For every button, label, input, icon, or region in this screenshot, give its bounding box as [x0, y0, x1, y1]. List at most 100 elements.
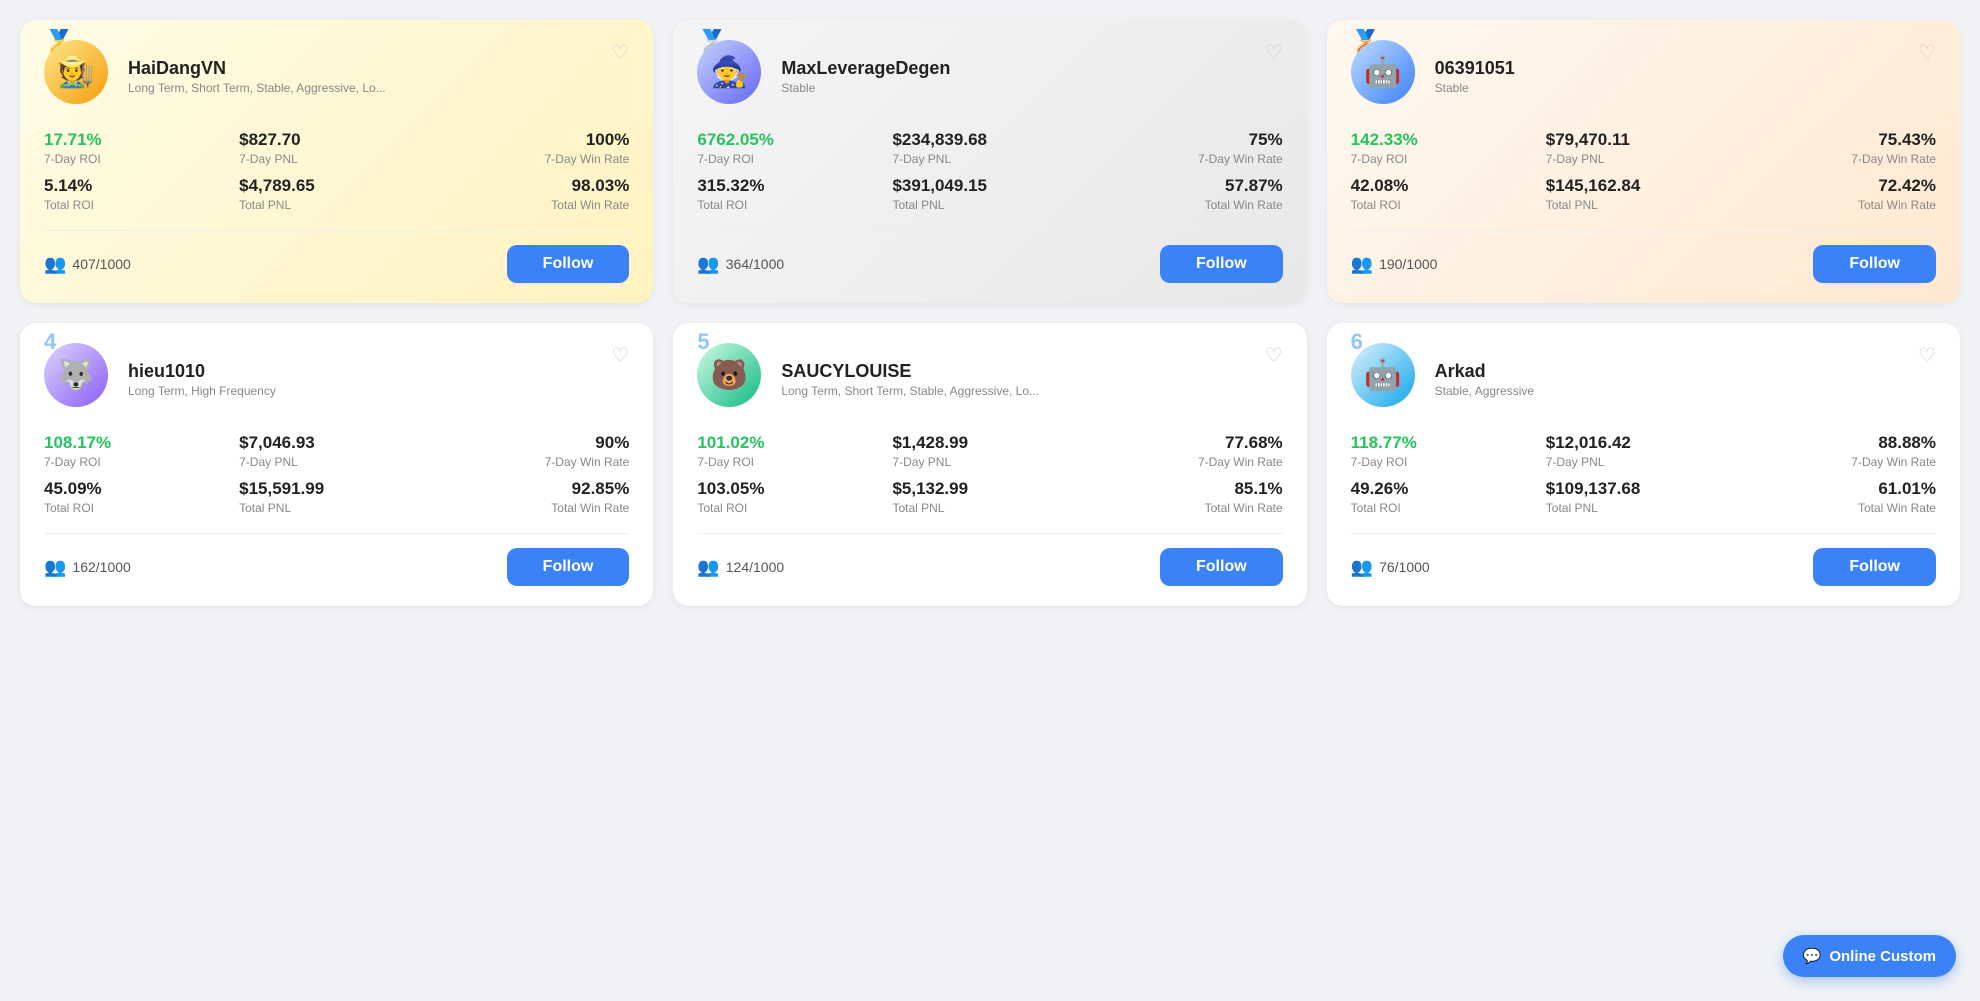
- trader-info-3: 06391051 Stable: [1435, 58, 1936, 95]
- roi-total-value-2: 315.32%: [697, 176, 892, 196]
- roi7d-value-5: 101.02%: [697, 433, 892, 453]
- avatar-2: 🧙: [697, 40, 761, 104]
- follow-button-4[interactable]: Follow: [507, 548, 630, 586]
- roi-total-value-4: 45.09%: [44, 479, 239, 499]
- favorite-button-5[interactable]: ♡: [1265, 343, 1283, 368]
- pnl-total-label-1: Total PNL: [239, 198, 434, 212]
- wr7d-label-1: 7-Day Win Rate: [434, 152, 629, 166]
- follow-button-6[interactable]: Follow: [1813, 548, 1936, 586]
- followers-count-3: 190/1000: [1379, 256, 1437, 272]
- pnl-total-stat-3: $145,162.84 Total PNL: [1546, 176, 1741, 212]
- roi7d-stat-4: 108.17% 7-Day ROI: [44, 433, 239, 469]
- roi-total-stat-4: 45.09% Total ROI: [44, 479, 239, 515]
- wr7d-value-3: 75.43%: [1741, 130, 1936, 150]
- follow-button-3[interactable]: Follow: [1813, 245, 1936, 283]
- wr-total-label-6: Total Win Rate: [1741, 501, 1936, 515]
- followers-count-5: 124/1000: [726, 559, 784, 575]
- favorite-button-4[interactable]: ♡: [611, 343, 629, 368]
- pnl-total-label-3: Total PNL: [1546, 198, 1741, 212]
- followers-1: 👥 407/1000: [44, 254, 131, 275]
- roi-total-stat-1: 5.14% Total ROI: [44, 176, 239, 212]
- trader-card-5: 5 🐻 SAUCYLOUISE Long Term, Short Term, S…: [673, 323, 1306, 606]
- trader-tags-6: Stable, Aggressive: [1435, 384, 1695, 398]
- wr7d-stat-6: 88.88% 7-Day Win Rate: [1741, 433, 1936, 469]
- wr-total-value-4: 92.85%: [434, 479, 629, 499]
- online-custom-button[interactable]: 💬 Online Custom: [1783, 935, 1956, 977]
- roi7d-stat-2: 6762.05% 7-Day ROI: [697, 130, 892, 166]
- followers-icon-3: 👥: [1351, 254, 1373, 275]
- roi7d-label-3: 7-Day ROI: [1351, 152, 1546, 166]
- traders-grid: 🥇 🧑‍🌾 HaiDangVN Long Term, Short Term, S…: [20, 20, 1960, 606]
- rank-badge-wrap-1: 🥇 🧑‍🌾: [44, 40, 116, 112]
- roi7d-stat-3: 142.33% 7-Day ROI: [1351, 130, 1546, 166]
- pnl-total-label-2: Total PNL: [892, 198, 1087, 212]
- divider-6: [1351, 533, 1936, 534]
- trader-name-5: SAUCYLOUISE: [781, 361, 1282, 382]
- pnl7d-stat-3: $79,470.11 7-Day PNL: [1546, 130, 1741, 166]
- wr-total-value-6: 61.01%: [1741, 479, 1936, 499]
- wr-total-value-5: 85.1%: [1088, 479, 1283, 499]
- rank-badge-wrap-5: 5 🐻: [697, 343, 769, 415]
- favorite-button-6[interactable]: ♡: [1918, 343, 1936, 368]
- pnl-total-label-6: Total PNL: [1546, 501, 1741, 515]
- stats-top-6: 118.77% 7-Day ROI $12,016.42 7-Day PNL 8…: [1351, 433, 1936, 515]
- wr-total-stat-1: 98.03% Total Win Rate: [434, 176, 629, 212]
- pnl7d-label-2: 7-Day PNL: [892, 152, 1087, 166]
- wr-total-stat-3: 72.42% Total Win Rate: [1741, 176, 1936, 212]
- roi7d-value-6: 118.77%: [1351, 433, 1546, 453]
- roi7d-stat-5: 101.02% 7-Day ROI: [697, 433, 892, 469]
- favorite-button-2[interactable]: ♡: [1265, 40, 1283, 65]
- followers-3: 👥 190/1000: [1351, 254, 1438, 275]
- roi7d-label-5: 7-Day ROI: [697, 455, 892, 469]
- card-footer-5: 👥 124/1000 Follow: [697, 548, 1282, 586]
- wr-total-stat-4: 92.85% Total Win Rate: [434, 479, 629, 515]
- favorite-button-1[interactable]: ♡: [611, 40, 629, 65]
- pnl-total-stat-4: $15,591.99 Total PNL: [239, 479, 434, 515]
- roi-total-label-5: Total ROI: [697, 501, 892, 515]
- followers-icon-5: 👥: [697, 557, 719, 578]
- wr7d-stat-2: 75% 7-Day Win Rate: [1088, 130, 1283, 166]
- trader-card-4: 4 🐺 hieu1010 Long Term, High Frequency ♡…: [20, 323, 653, 606]
- pnl7d-label-3: 7-Day PNL: [1546, 152, 1741, 166]
- pnl7d-label-5: 7-Day PNL: [892, 455, 1087, 469]
- roi-total-value-1: 5.14%: [44, 176, 239, 196]
- wr-total-label-5: Total Win Rate: [1088, 501, 1283, 515]
- follow-button-1[interactable]: Follow: [507, 245, 630, 283]
- card-header-5: 5 🐻 SAUCYLOUISE Long Term, Short Term, S…: [697, 343, 1282, 415]
- divider-3: [1351, 230, 1936, 231]
- pnl7d-value-5: $1,428.99: [892, 433, 1087, 453]
- wr-total-stat-5: 85.1% Total Win Rate: [1088, 479, 1283, 515]
- favorite-button-3[interactable]: ♡: [1918, 40, 1936, 65]
- followers-icon-4: 👥: [44, 557, 66, 578]
- rank-badge-wrap-2: 🥈 🧙: [697, 40, 769, 112]
- trader-tags-2: Stable: [781, 81, 1041, 95]
- wr-total-label-4: Total Win Rate: [434, 501, 629, 515]
- avatar-1: 🧑‍🌾: [44, 40, 108, 104]
- pnl7d-stat-5: $1,428.99 7-Day PNL: [892, 433, 1087, 469]
- card-header-3: 🥉 🤖 06391051 Stable ♡: [1351, 40, 1936, 112]
- follow-button-5[interactable]: Follow: [1160, 548, 1283, 586]
- wr-total-label-3: Total Win Rate: [1741, 198, 1936, 212]
- divider-1: [44, 230, 629, 231]
- pnl7d-value-1: $827.70: [239, 130, 434, 150]
- roi-total-stat-6: 49.26% Total ROI: [1351, 479, 1546, 515]
- wr7d-label-3: 7-Day Win Rate: [1741, 152, 1936, 166]
- pnl7d-stat-6: $12,016.42 7-Day PNL: [1546, 433, 1741, 469]
- roi7d-label-1: 7-Day ROI: [44, 152, 239, 166]
- trader-tags-3: Stable: [1435, 81, 1695, 95]
- followers-icon-6: 👥: [1351, 557, 1373, 578]
- pnl-total-label-4: Total PNL: [239, 501, 434, 515]
- roi-total-value-6: 49.26%: [1351, 479, 1546, 499]
- card-header-2: 🥈 🧙 MaxLeverageDegen Stable ♡: [697, 40, 1282, 112]
- followers-2: 👥 364/1000: [697, 254, 784, 275]
- follow-button-2[interactable]: Follow: [1160, 245, 1283, 283]
- trader-name-4: hieu1010: [128, 361, 629, 382]
- chat-icon: 💬: [1803, 947, 1822, 965]
- card-footer-4: 👥 162/1000 Follow: [44, 548, 629, 586]
- wr7d-label-6: 7-Day Win Rate: [1741, 455, 1936, 469]
- wr-total-value-1: 98.03%: [434, 176, 629, 196]
- trader-name-1: HaiDangVN: [128, 58, 629, 79]
- card-header-1: 🥇 🧑‍🌾 HaiDangVN Long Term, Short Term, S…: [44, 40, 629, 112]
- wr-total-stat-6: 61.01% Total Win Rate: [1741, 479, 1936, 515]
- card-footer-3: 👥 190/1000 Follow: [1351, 245, 1936, 283]
